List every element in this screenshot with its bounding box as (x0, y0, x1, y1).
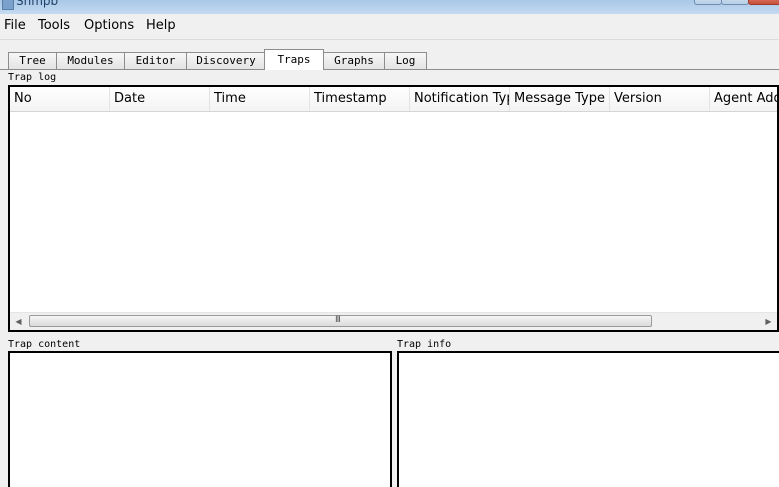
left-arrow-icon[interactable]: ◀ (10, 313, 27, 330)
window-titlebar: Snmpb (0, 0, 779, 14)
column-header-agent-address[interactable]: Agent Addr (710, 87, 777, 111)
menu-options[interactable]: Options (84, 18, 134, 33)
trap-content-label: Trap content (8, 339, 81, 350)
maximize-button[interactable] (721, 0, 749, 5)
column-header-timestamp[interactable]: Timestamp (310, 87, 410, 111)
trap-content-panel[interactable] (8, 351, 392, 487)
tab-divider (0, 69, 779, 70)
close-button[interactable] (748, 0, 779, 5)
scrollbar-thumb[interactable]: III (29, 315, 652, 327)
menu-file[interactable]: File (4, 18, 26, 33)
menu-bar: File Tools Options Help (0, 14, 779, 40)
horizontal-scrollbar[interactable]: ◀ III ▶ (10, 312, 777, 330)
menu-help[interactable]: Help (146, 18, 176, 33)
table-body[interactable] (10, 112, 777, 313)
minimize-button[interactable] (694, 0, 722, 5)
menu-tools[interactable]: Tools (38, 18, 70, 33)
trap-log-table[interactable]: No Date Time Timestamp Notification Typ … (8, 85, 779, 332)
tab-traps[interactable]: Traps (264, 49, 324, 70)
tab-log[interactable]: Log (384, 52, 427, 69)
trap-log-label: Trap log (8, 72, 57, 83)
trap-info-panel[interactable] (397, 351, 779, 487)
column-header-date[interactable]: Date (110, 87, 210, 111)
column-header-notification-type[interactable]: Notification Typ (410, 87, 510, 111)
table-header: No Date Time Timestamp Notification Typ … (10, 87, 777, 112)
tab-modules[interactable]: Modules (56, 52, 125, 69)
scrollbar-grip: III (335, 315, 341, 325)
tab-editor[interactable]: Editor (124, 52, 187, 69)
column-header-no[interactable]: No (10, 87, 110, 111)
column-header-version[interactable]: Version (610, 87, 710, 111)
tab-tree[interactable]: Tree (8, 52, 57, 69)
column-header-message-type[interactable]: Message Type (510, 87, 610, 111)
right-arrow-icon[interactable]: ▶ (760, 313, 777, 330)
tab-bar: Tree Modules Editor Discovery Traps Grap… (0, 49, 779, 70)
window-title: Snmpb (16, 0, 59, 8)
trap-info-label: Trap info (397, 339, 452, 350)
tab-graphs[interactable]: Graphs (323, 52, 385, 69)
tab-discovery[interactable]: Discovery (186, 52, 266, 69)
app-icon (2, 0, 14, 10)
column-header-time[interactable]: Time (210, 87, 310, 111)
